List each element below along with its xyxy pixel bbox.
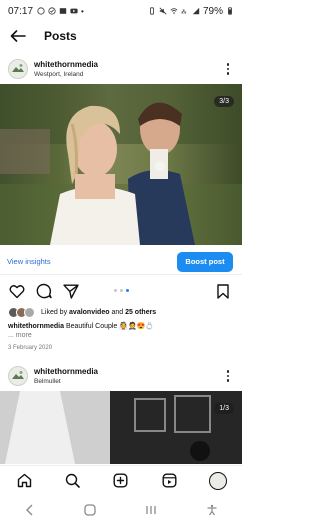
post-location[interactable]: Westport, Ireland	[34, 70, 98, 79]
status-time: 07:17	[8, 5, 34, 17]
nav-home[interactable]	[13, 470, 35, 492]
post-photo[interactable]: 1/3	[0, 391, 242, 464]
send-icon	[63, 284, 79, 299]
view-insights-link[interactable]: View insights	[7, 257, 51, 266]
dot-icon	[226, 370, 230, 373]
back-button[interactable]	[2, 22, 34, 50]
volte-icon: ⁂	[181, 9, 187, 15]
accessibility-icon[interactable]	[206, 504, 218, 516]
caption-text: Beautiful Couple 👰🤵😍💍	[64, 323, 155, 330]
caption-username[interactable]: whitethornmedia	[8, 323, 64, 330]
back-icon[interactable]	[25, 504, 35, 516]
battery-icon	[228, 7, 232, 15]
nav-search[interactable]	[62, 470, 84, 492]
notification-icons: •	[37, 7, 84, 16]
create-icon	[113, 473, 128, 488]
photo-counter-badge: 3/3	[214, 96, 234, 107]
carousel-dot-active	[126, 289, 129, 292]
nav-create[interactable]	[110, 470, 132, 492]
likes-summary[interactable]: Liked by avalonvideo and 25 others	[8, 305, 156, 319]
dot-icon	[226, 67, 230, 71]
system-navigation-bar	[0, 495, 242, 525]
comment-icon	[36, 283, 52, 299]
post-header: whitethornmedia Belmullet	[0, 359, 242, 393]
liked-by-prefix: Liked by	[41, 308, 70, 316]
svg-text:⁂: ⁂	[181, 9, 187, 15]
recents-icon[interactable]	[145, 504, 157, 516]
nav-profile[interactable]	[207, 470, 229, 492]
nav-reels[interactable]	[158, 470, 180, 492]
wedding-couple-photo	[0, 84, 242, 245]
avatar[interactable]	[8, 59, 28, 79]
post-username[interactable]: whitethornmedia	[34, 60, 98, 70]
wifi-icon	[170, 8, 178, 14]
bottom-navigation	[0, 465, 242, 495]
wedding-dress-photo	[0, 391, 242, 464]
boost-post-button[interactable]: Boost post	[177, 251, 233, 272]
post-header: whitethornmedia Westport, Ireland	[0, 52, 242, 86]
gallery-icon	[59, 8, 67, 14]
post-photo[interactable]: 3/3	[0, 84, 242, 245]
post-caption: whitethornmedia Beautiful Couple 👰🤵😍💍	[8, 322, 234, 332]
carousel-indicator	[114, 289, 129, 292]
caption-more-link[interactable]: ... more	[8, 332, 32, 339]
status-bar: 07:17 • ⁂ 79%	[0, 0, 242, 22]
like-button[interactable]	[8, 282, 26, 300]
post-location[interactable]: Belmullet	[34, 377, 98, 386]
save-button[interactable]	[214, 282, 232, 300]
check-icon	[48, 7, 56, 15]
post-options-button[interactable]	[222, 60, 234, 78]
liked-by-suffix: and	[109, 308, 126, 316]
page-title: Posts	[44, 29, 77, 43]
more-notifications-icon: •	[81, 6, 84, 16]
post-actions	[0, 280, 242, 302]
share-button[interactable]	[62, 282, 80, 300]
dot-icon	[226, 72, 230, 75]
liked-by-count[interactable]: 25 others	[125, 309, 156, 316]
carousel-dot	[114, 289, 117, 292]
post-options-button[interactable]	[222, 367, 234, 385]
signal-icon	[192, 7, 200, 15]
liked-by-user[interactable]: avalonvideo	[69, 309, 109, 316]
profile-logo-icon	[12, 64, 24, 72]
dot-icon	[226, 374, 230, 378]
home-icon	[17, 473, 31, 488]
photo-counter-badge: 1/3	[214, 403, 234, 414]
liker-avatar	[24, 306, 35, 318]
dot-icon	[226, 63, 230, 66]
reels-icon	[162, 473, 177, 488]
mute-icon	[159, 7, 167, 15]
post-username[interactable]: whitethornmedia	[34, 367, 98, 377]
post-date: 3 February 2020	[8, 345, 53, 351]
bookmark-icon	[217, 283, 229, 299]
avatar[interactable]	[8, 366, 28, 386]
arrow-left-icon	[10, 30, 26, 42]
carousel-dot	[120, 289, 123, 292]
heart-icon	[9, 284, 25, 298]
comment-button[interactable]	[35, 282, 53, 300]
profile-logo-icon	[12, 371, 24, 379]
top-bar: Posts	[0, 22, 242, 50]
home-icon[interactable]	[83, 504, 96, 516]
profile-avatar-icon	[208, 471, 227, 490]
liker-avatars	[8, 306, 35, 318]
dot-icon	[226, 379, 230, 382]
sync-icon	[37, 7, 45, 15]
vibrate-icon	[149, 7, 154, 15]
battery-level: 79%	[202, 5, 223, 17]
insights-row: View insights Boost post	[0, 249, 242, 275]
youtube-icon	[70, 8, 78, 14]
search-icon	[65, 473, 80, 488]
